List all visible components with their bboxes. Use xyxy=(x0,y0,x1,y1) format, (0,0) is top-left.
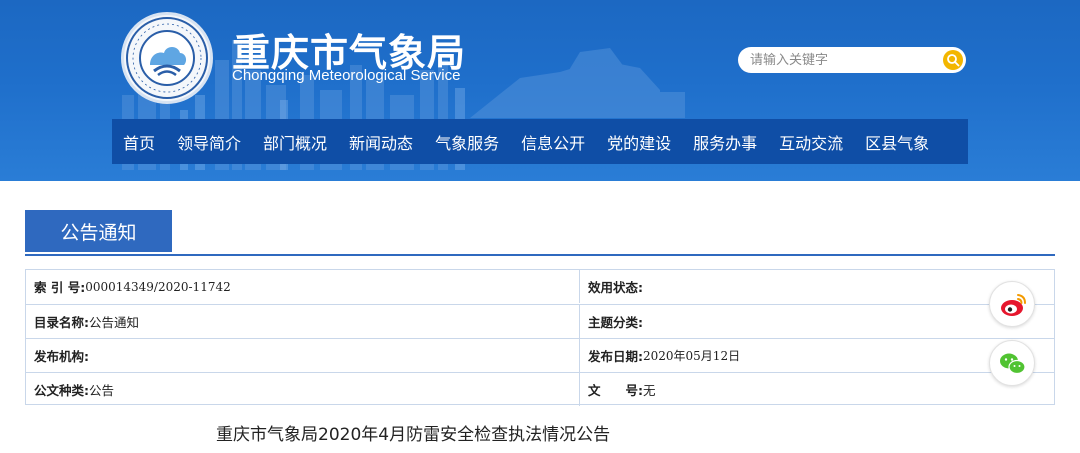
meta-label: 效用状态: xyxy=(588,280,643,295)
search-input[interactable] xyxy=(750,50,935,70)
share-wechat-button[interactable] xyxy=(989,340,1035,386)
table-row: 发布机构: 发布日期: 2020年05月12日 xyxy=(26,338,1054,372)
search-icon xyxy=(947,54,960,67)
meta-cell: 目录名称: 公告通知 xyxy=(26,305,580,338)
meta-value: 无 xyxy=(643,383,656,398)
cma-logo[interactable] xyxy=(121,12,213,104)
meta-cell: 文 号: 无 xyxy=(580,373,1054,406)
section-tab[interactable]: 公告通知 xyxy=(25,210,172,252)
meta-cell: 主题分类: xyxy=(580,305,1054,338)
table-row: 索 引 号: 000014349/2020-11742 效用状态: xyxy=(26,270,1054,304)
meta-cell: 索 引 号: 000014349/2020-11742 xyxy=(26,270,580,303)
meta-label: 发布日期: xyxy=(588,349,643,364)
nav-item-districts[interactable]: 区县气象 xyxy=(854,130,940,154)
wechat-icon xyxy=(1000,353,1026,375)
logo-emblem-icon xyxy=(126,17,208,99)
meta-label: 索 引 号: xyxy=(34,280,86,295)
main-nav: 首页 领导简介 部门概况 新闻动态 气象服务 信息公开 党的建设 服务办事 互动… xyxy=(112,119,968,164)
meta-cell: 发布机构: xyxy=(26,339,580,372)
meta-label: 目录名称: xyxy=(34,315,89,330)
meta-cell: 公文种类: 公告 xyxy=(26,373,580,406)
meta-value: 公告 xyxy=(89,383,115,398)
search-button[interactable] xyxy=(943,50,963,70)
search-box xyxy=(738,47,966,73)
nav-item-home[interactable]: 首页 xyxy=(112,130,166,154)
nav-item-party-building[interactable]: 党的建设 xyxy=(596,130,682,154)
meta-cell: 效用状态: xyxy=(580,270,1054,303)
meta-value: 公告通知 xyxy=(89,315,140,330)
weibo-icon xyxy=(1001,294,1026,316)
nav-item-interaction[interactable]: 互动交流 xyxy=(768,130,854,154)
table-row: 目录名称: 公告通知 主题分类: xyxy=(26,304,1054,338)
nav-item-departments[interactable]: 部门概况 xyxy=(252,130,338,154)
share-weibo-button[interactable] xyxy=(989,281,1035,327)
table-row: 公文种类: 公告 文 号: 无 xyxy=(26,372,1054,406)
nav-item-leadership[interactable]: 领导简介 xyxy=(166,130,252,154)
section-divider xyxy=(25,254,1055,256)
meta-label: 主题分类: xyxy=(588,315,643,330)
nav-item-weather-services[interactable]: 气象服务 xyxy=(424,130,510,154)
meta-cell: 发布日期: 2020年05月12日 xyxy=(580,339,1054,372)
article-title: 重庆市气象局2020年4月防雷安全检查执法情况公告 xyxy=(216,425,611,445)
site-header: 重庆市气象局 Chongqing Meteorological Service … xyxy=(0,0,1080,181)
meta-value: 2020年05月12日 xyxy=(643,349,741,363)
meta-label: 发布机构: xyxy=(34,349,89,364)
meta-value: 000014349/2020-11742 xyxy=(85,279,231,294)
metadata-table: 索 引 号: 000014349/2020-11742 效用状态: 目录名称: … xyxy=(25,269,1055,406)
meta-label: 公文种类: xyxy=(34,383,89,398)
nav-item-news[interactable]: 新闻动态 xyxy=(338,130,424,154)
meta-label: 文 号: xyxy=(588,383,643,398)
nav-item-services[interactable]: 服务办事 xyxy=(682,130,768,154)
site-subtitle: Chongqing Meteorological Service xyxy=(232,67,461,84)
nav-item-info-disclosure[interactable]: 信息公开 xyxy=(510,130,596,154)
